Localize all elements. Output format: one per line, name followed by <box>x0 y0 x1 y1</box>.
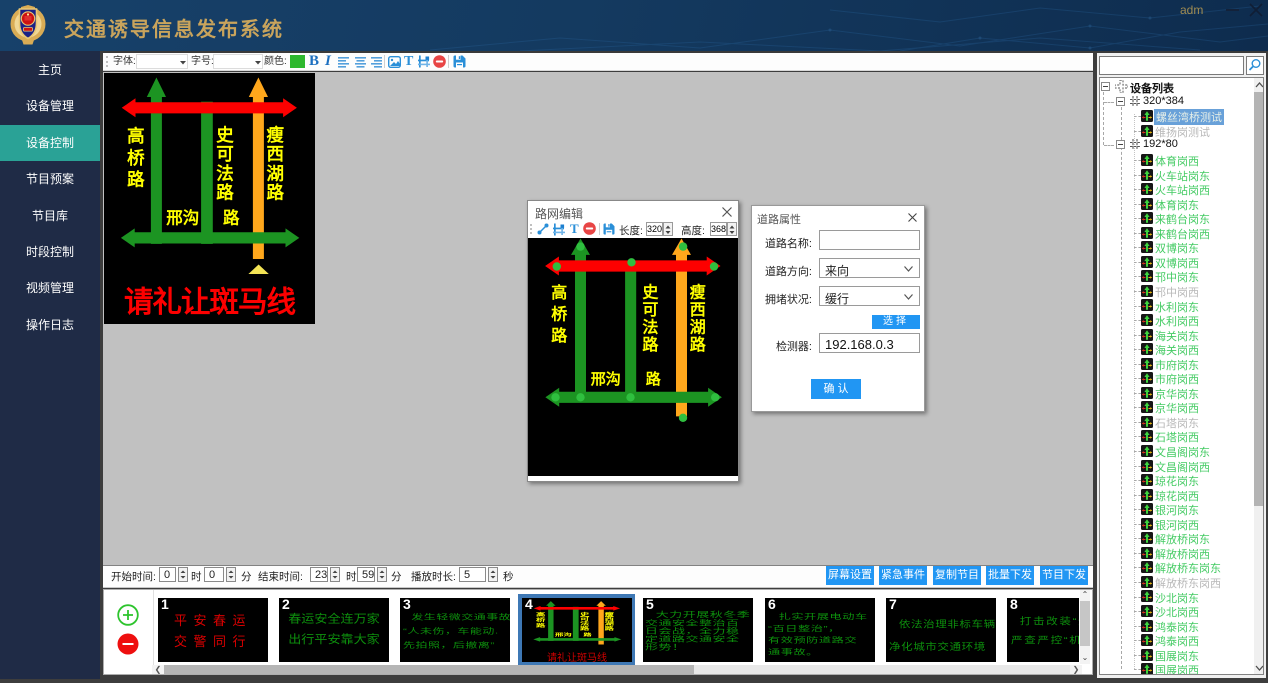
svg-text:邢沟: 邢沟 <box>590 370 621 388</box>
svg-text:路: 路 <box>223 208 240 228</box>
svg-text:湖: 湖 <box>690 319 706 337</box>
svg-text:西: 西 <box>266 144 284 164</box>
svg-text:路: 路 <box>127 170 145 190</box>
svg-text:路: 路 <box>536 622 546 628</box>
svg-text:路: 路 <box>605 625 615 631</box>
svg-text:法: 法 <box>216 163 234 183</box>
svg-text:史: 史 <box>216 125 234 145</box>
svg-text:法: 法 <box>642 318 658 337</box>
svg-text:史: 史 <box>642 283 659 302</box>
svg-text:高: 高 <box>536 612 546 618</box>
svg-text:路: 路 <box>266 183 284 203</box>
svg-text:桥: 桥 <box>551 304 568 323</box>
svg-text:西: 西 <box>690 301 706 319</box>
svg-text:湖: 湖 <box>266 163 284 183</box>
svg-text:路: 路 <box>646 370 662 388</box>
svg-text:路: 路 <box>580 625 590 631</box>
svg-text:路: 路 <box>690 335 707 354</box>
svg-text:邢沟: 邢沟 <box>555 632 572 638</box>
svg-text:桥: 桥 <box>536 617 546 623</box>
svg-text:高: 高 <box>127 126 145 146</box>
svg-text:路: 路 <box>583 632 592 638</box>
svg-text:瘦: 瘦 <box>690 283 706 302</box>
svg-text:请礼让斑马线: 请礼让斑马线 <box>124 286 296 319</box>
svg-text:路: 路 <box>642 335 659 354</box>
svg-text:高: 高 <box>551 283 567 302</box>
svg-text:路: 路 <box>551 326 568 345</box>
svg-text:瘦: 瘦 <box>266 125 284 145</box>
svg-text:可: 可 <box>642 302 658 319</box>
svg-text:桥: 桥 <box>127 148 145 168</box>
svg-text:可: 可 <box>216 144 234 164</box>
svg-text:路: 路 <box>216 183 234 203</box>
svg-text:邢沟: 邢沟 <box>166 208 199 228</box>
